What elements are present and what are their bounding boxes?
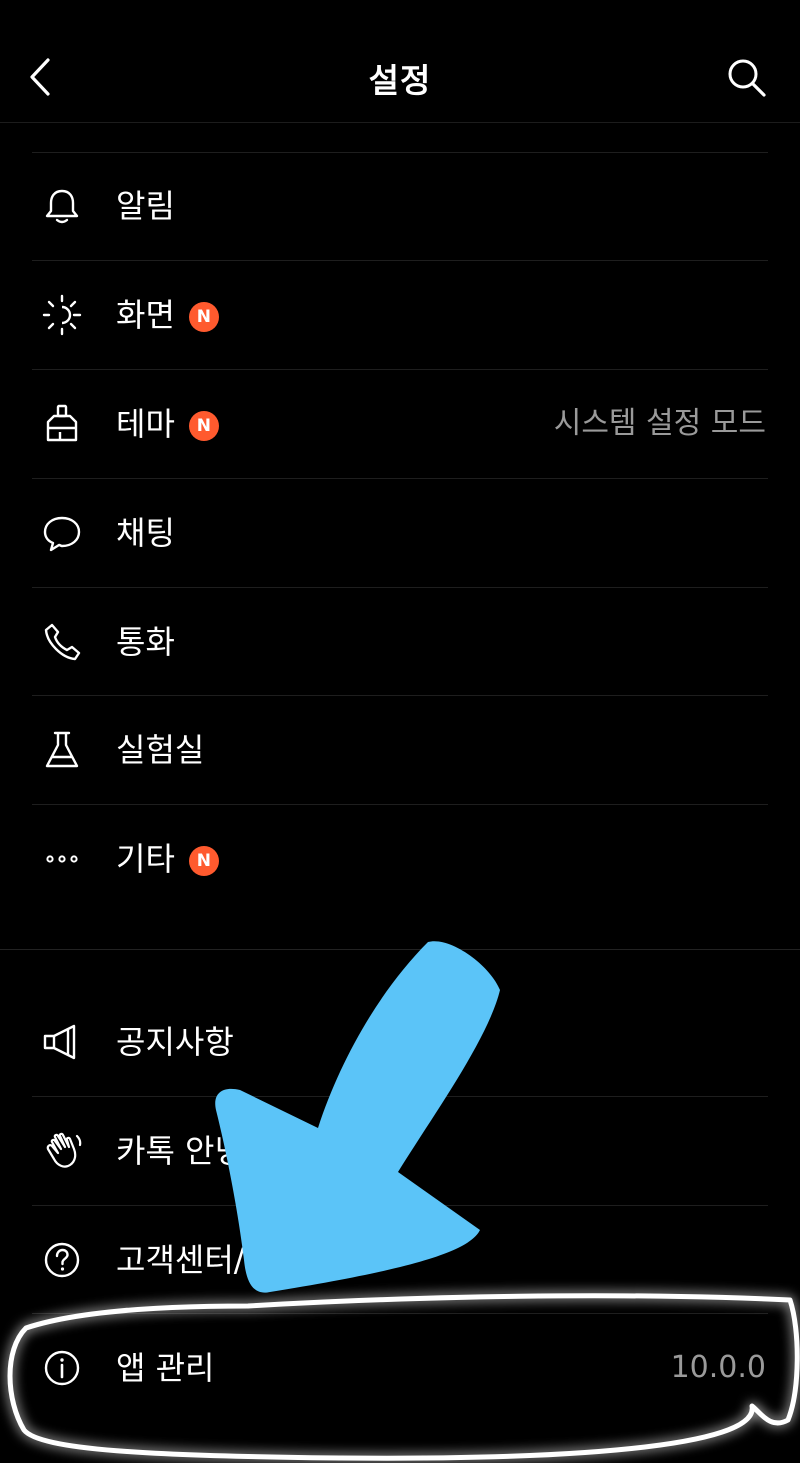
help-circle-icon <box>40 1238 84 1282</box>
settings-item-notice[interactable]: 공지사항 <box>0 988 800 1096</box>
settings-item-label: 채팅 <box>116 514 175 552</box>
settings-item-etc[interactable]: 기타 N <box>0 805 800 913</box>
settings-item-label: 통화 <box>116 623 175 661</box>
settings-item-label: 테마 N <box>116 402 219 446</box>
settings-item-chat[interactable]: 채팅 <box>0 479 800 587</box>
settings-item-notifications[interactable]: 알림 <box>0 152 800 260</box>
settings-item-help-center[interactable]: 고객센터/ <box>0 1206 800 1314</box>
settings-item-label: 기타 N <box>116 837 219 881</box>
more-dots-icon <box>40 837 84 881</box>
settings-item-lab[interactable]: 실험실 <box>0 696 800 804</box>
waving-hand-icon <box>40 1129 84 1173</box>
brightness-icon <box>40 293 84 337</box>
settings-item-label: 알림 <box>116 187 175 225</box>
settings-item-theme[interactable]: 테마 N 시스템 설정 모드 <box>0 370 800 478</box>
section-divider <box>0 949 800 950</box>
new-badge: N <box>188 411 219 441</box>
settings-item-label: 고객센터/ <box>116 1241 245 1279</box>
search-button[interactable] <box>724 55 770 101</box>
phone-icon <box>40 620 84 664</box>
chat-bubble-icon <box>40 511 84 555</box>
bell-icon <box>40 184 84 228</box>
settings-item-greeting[interactable]: 카톡 안녕 <box>0 1097 800 1205</box>
page-title: 설정 <box>368 61 432 100</box>
settings-item-label: 카톡 안녕 <box>116 1132 244 1170</box>
search-icon <box>728 59 766 97</box>
paint-brush-icon <box>40 402 84 446</box>
app-version-value: 10.0.0 <box>670 1350 766 1385</box>
settings-item-label: 공지사항 <box>116 1023 234 1061</box>
new-badge: N <box>188 302 219 332</box>
settings-item-call[interactable]: 통화 <box>0 588 800 696</box>
settings-item-label: 앱 관리 <box>116 1349 215 1387</box>
new-badge: N <box>188 846 219 876</box>
settings-item-display[interactable]: 화면 N <box>0 261 800 369</box>
settings-item-app-management[interactable]: 앱 관리 10.0.0 <box>0 1314 800 1422</box>
settings-item-label: 화면 N <box>116 293 219 337</box>
settings-item-label: 실험실 <box>116 731 205 769</box>
info-circle-icon <box>40 1346 84 1390</box>
megaphone-icon <box>40 1020 84 1064</box>
flask-icon <box>40 728 84 772</box>
theme-mode-value: 시스템 설정 모드 <box>553 406 766 441</box>
top-bar: 설정 <box>0 0 800 123</box>
